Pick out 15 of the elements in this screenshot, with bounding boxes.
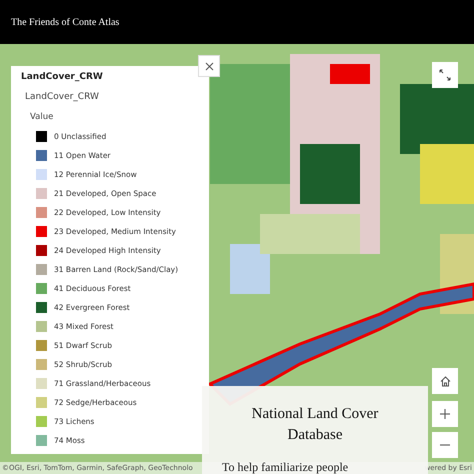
- field-name: Value: [29, 112, 54, 122]
- home-button[interactable]: [432, 368, 458, 394]
- expand-icon: [439, 69, 451, 81]
- legend-title: LandCover_CRW: [21, 72, 104, 82]
- expand-button[interactable]: [432, 62, 458, 88]
- layer-name: LandCover_CRW: [24, 92, 100, 102]
- zoom-in-button[interactable]: [432, 401, 458, 427]
- close-icon: [204, 62, 214, 70]
- minus-icon: [440, 444, 450, 446]
- home-icon: [438, 374, 452, 388]
- card-title: National Land Cover Database: [250, 405, 380, 445]
- card-text: To help familiarize people: [221, 460, 348, 474]
- close-button[interactable]: [198, 55, 220, 77]
- site-title: The Friends of Conte Atlas: [11, 16, 120, 28]
- plus-icon: [440, 409, 450, 419]
